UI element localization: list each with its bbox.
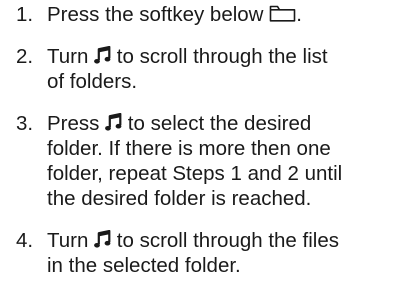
step-line: folder, repeat Steps 1 and 2 until bbox=[47, 162, 343, 185]
step-number: 2. bbox=[16, 45, 34, 68]
music-note-icon bbox=[94, 46, 111, 65]
step-line: Turn to scroll through the list bbox=[47, 45, 328, 68]
step-line: folder. If there is more then one bbox=[47, 137, 331, 160]
step-text: Turn to scroll through the list of folde… bbox=[47, 44, 392, 94]
folder-icon bbox=[269, 5, 296, 22]
step-text: Turn to scroll through the files in the … bbox=[47, 228, 392, 278]
music-note-icon bbox=[105, 113, 122, 132]
step-text: Press the softkey below . bbox=[47, 2, 392, 27]
step-number: 4. bbox=[16, 229, 34, 252]
step-line: Press the softkey below . bbox=[47, 3, 302, 26]
step-number: 3. bbox=[16, 112, 34, 135]
step-line: in the selected folder. bbox=[47, 254, 241, 277]
step-line: the desired folder is reached. bbox=[47, 187, 312, 210]
step-line: Turn to scroll through the files bbox=[47, 229, 339, 252]
step-line: of folders. bbox=[47, 70, 138, 93]
step-line: Press to select the desired bbox=[47, 112, 312, 135]
step-number: 1. bbox=[16, 3, 34, 26]
step-text: Press to select the desired folder. If t… bbox=[47, 111, 392, 211]
music-note-icon bbox=[94, 230, 111, 249]
